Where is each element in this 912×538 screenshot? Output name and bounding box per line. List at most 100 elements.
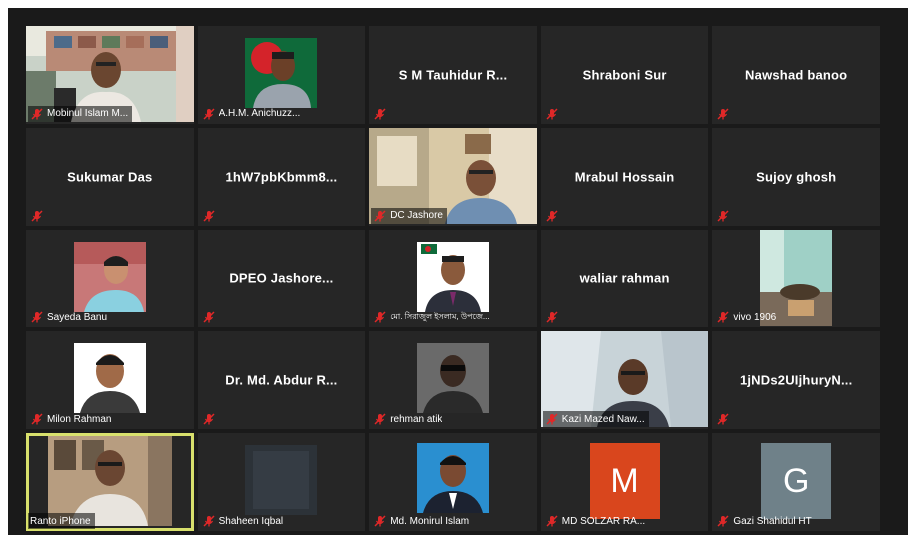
mic-muted-icon bbox=[717, 413, 729, 425]
participant-tile-dc-jashore[interactable]: DC Jashore bbox=[369, 127, 537, 226]
participant-name: rehman atik bbox=[390, 413, 443, 425]
mic-muted-icon bbox=[31, 413, 43, 425]
participant-tile-vivo[interactable]: vivo 1906 bbox=[712, 229, 880, 328]
participant-display-name: waliar rahman bbox=[579, 270, 670, 286]
participant-tile-siraj[interactable]: মো. সিরাজুল ইসলাম, উপজে... bbox=[369, 229, 537, 328]
profile-photo bbox=[245, 38, 318, 108]
participant-tile-solzar[interactable]: M MD SOLZAR RA... bbox=[540, 433, 709, 531]
participant-nameplate: MD SOLZAR RA... bbox=[543, 513, 649, 529]
participant-nameplate: Md. Monirul Islam bbox=[371, 513, 473, 529]
participant-nameplate: মো. সিরাজুল ইসলাম, উপজে... bbox=[371, 309, 493, 325]
profile-photo bbox=[73, 241, 146, 312]
participant-name: Milon Rahman bbox=[47, 413, 112, 425]
participant-tile-abdur[interactable]: Dr. Md. Abdur R... bbox=[197, 331, 366, 430]
participant-tile-mrabul[interactable]: Mrabul Hossain bbox=[540, 127, 709, 226]
mic-muted-icon bbox=[717, 515, 729, 527]
participant-nameplate bbox=[200, 309, 223, 325]
participant-tile-shraboni[interactable]: Shraboni Sur bbox=[540, 26, 709, 124]
mic-muted-icon bbox=[374, 413, 386, 425]
participant-name: MD SOLZAR RA... bbox=[561, 515, 646, 527]
participant-photo bbox=[245, 445, 318, 517]
participant-grid: Mobinul Islam M... A.H.M. Anichuzz... S … bbox=[26, 26, 880, 531]
participant-nameplate bbox=[543, 106, 566, 122]
participant-display-name: Nawshad banoo bbox=[745, 67, 848, 83]
participant-nameplate: Milon Rahman bbox=[28, 411, 115, 427]
participant-nameplate bbox=[543, 309, 566, 325]
participant-display-name: Shraboni Sur bbox=[582, 67, 667, 83]
participant-nameplate bbox=[714, 208, 737, 224]
participant-nameplate: Shaheen Iqbal bbox=[200, 513, 288, 529]
participant-nameplate bbox=[714, 411, 737, 427]
mic-muted-icon bbox=[717, 210, 729, 222]
participant-tile-nawshad[interactable]: Nawshad banoo bbox=[712, 26, 880, 124]
mic-muted-icon bbox=[374, 311, 386, 323]
participant-display-name: DPEO Jashore... bbox=[229, 270, 334, 286]
mic-muted-icon bbox=[546, 311, 558, 323]
mic-muted-icon bbox=[31, 108, 43, 120]
participant-name: Gazi Shahidul HT bbox=[733, 515, 812, 527]
participant-tile-ranto-active-speaker[interactable]: Ranto iPhone bbox=[26, 433, 194, 531]
participant-name: Ranto iPhone bbox=[30, 515, 91, 527]
participant-nameplate bbox=[714, 106, 737, 122]
participant-name: A.H.M. Anichuzz... bbox=[218, 108, 301, 120]
participant-display-name: S M Tauhidur R... bbox=[398, 67, 508, 83]
participant-tile-sukumar[interactable]: Sukumar Das bbox=[26, 127, 194, 226]
participant-tile-sujoy[interactable]: Sujoy ghosh bbox=[712, 127, 880, 226]
mic-muted-icon bbox=[717, 108, 729, 120]
participant-display-name: Dr. Md. Abdur R... bbox=[225, 372, 338, 388]
participant-nameplate: DC Jashore bbox=[371, 207, 447, 224]
mic-muted-icon bbox=[546, 515, 558, 527]
mic-muted-icon bbox=[717, 311, 729, 323]
participant-tile-waliar[interactable]: waliar rahman bbox=[540, 229, 709, 328]
participant-name: DC Jashore bbox=[390, 210, 443, 222]
participant-name: Shaheen Iqbal bbox=[218, 515, 284, 527]
mic-muted-icon bbox=[203, 311, 215, 323]
participant-tile-milon[interactable]: Milon Rahman bbox=[26, 331, 194, 430]
mic-muted-icon bbox=[374, 210, 386, 222]
participant-photo bbox=[73, 241, 146, 314]
mic-muted-icon bbox=[546, 108, 558, 120]
participant-nameplate: vivo 1906 bbox=[714, 309, 780, 325]
mic-muted-icon bbox=[546, 210, 558, 222]
mic-muted-icon bbox=[546, 413, 558, 425]
participant-tile-anichuzz[interactable]: A.H.M. Anichuzz... bbox=[197, 26, 366, 124]
participant-nameplate: Gazi Shahidul HT bbox=[714, 513, 815, 529]
profile-photo bbox=[416, 343, 489, 414]
profile-photo bbox=[73, 343, 146, 414]
mic-muted-icon bbox=[203, 515, 215, 527]
participant-nameplate: Ranto iPhone bbox=[28, 513, 95, 529]
participant-name: Md. Monirul Islam bbox=[390, 515, 470, 527]
participant-nameplate bbox=[543, 208, 566, 224]
participant-tile-1hw7[interactable]: 1hW7pbKbmm8... bbox=[197, 127, 366, 226]
participant-nameplate: Sayeda Banu bbox=[28, 309, 111, 325]
participant-tile-rehman[interactable]: rehman atik bbox=[369, 331, 537, 430]
participant-tile-1jnds[interactable]: 1jNDs2UIjhuryN... bbox=[712, 331, 880, 430]
participant-nameplate: A.H.M. Anichuzz... bbox=[200, 106, 305, 122]
participant-name: Kazi Mazed Naw... bbox=[561, 413, 645, 425]
participant-name: Mobinul Islam M... bbox=[47, 108, 129, 120]
participant-tile-dpeo[interactable]: DPEO Jashore... bbox=[197, 229, 366, 328]
participant-nameplate bbox=[200, 208, 223, 224]
participant-photo bbox=[245, 38, 318, 110]
participant-tile-gazi[interactable]: G Gazi Shahidul HT bbox=[712, 433, 880, 531]
profile-photo bbox=[245, 445, 318, 516]
mic-muted-icon bbox=[374, 108, 386, 120]
participant-display-name: 1jNDs2UIjhuryN... bbox=[739, 372, 853, 388]
participant-tile-shaheen[interactable]: Shaheen Iqbal bbox=[197, 433, 366, 531]
participant-tile-monirul[interactable]: Md. Monirul Islam bbox=[369, 433, 537, 531]
participant-tile-tauhidur[interactable]: S M Tauhidur R... bbox=[369, 26, 537, 124]
participant-nameplate bbox=[371, 106, 394, 122]
participant-nameplate: Mobinul Islam M... bbox=[28, 105, 133, 122]
participant-nameplate: Kazi Mazed Naw... bbox=[542, 411, 649, 428]
participant-nameplate: rehman atik bbox=[371, 411, 446, 427]
participant-photo bbox=[416, 443, 489, 515]
participant-tile-mobinul[interactable]: Mobinul Islam M... bbox=[26, 26, 194, 124]
profile-photo bbox=[416, 443, 489, 514]
participant-tile-kazi[interactable]: Kazi Mazed Naw... bbox=[540, 331, 709, 430]
participant-tile-sayeda[interactable]: Sayeda Banu bbox=[26, 229, 194, 328]
participant-nameplate bbox=[200, 411, 223, 427]
participant-display-name: Sujoy ghosh bbox=[756, 169, 837, 185]
avatar: G bbox=[761, 443, 832, 519]
avatar: M bbox=[589, 443, 660, 519]
participant-photo bbox=[416, 343, 489, 415]
